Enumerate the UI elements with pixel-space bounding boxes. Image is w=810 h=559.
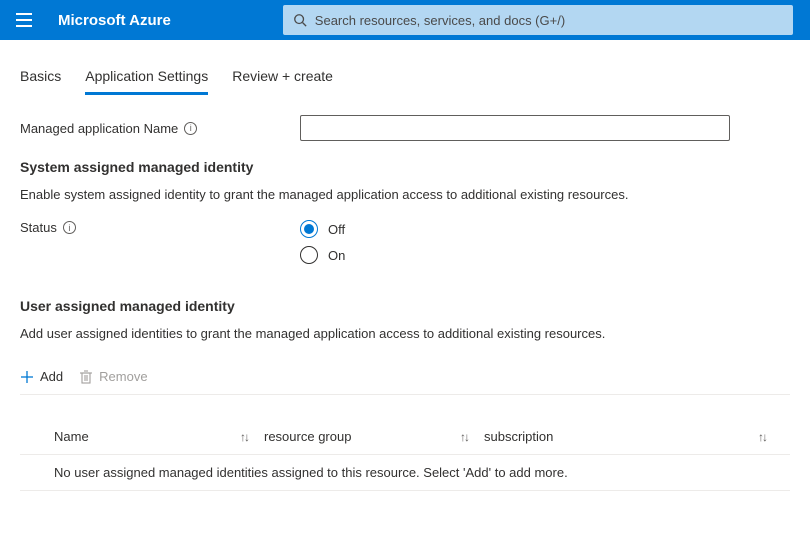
sort-icon: ↑↓: [460, 430, 468, 444]
radio-label-off: Off: [328, 222, 345, 237]
tab-bar: Basics Application Settings Review + cre…: [20, 64, 790, 95]
tab-basics[interactable]: Basics: [20, 64, 61, 95]
search-input[interactable]: [315, 13, 783, 28]
column-subscription[interactable]: subscription ↑↓: [484, 429, 782, 444]
search-icon: [293, 13, 307, 27]
identity-table: Name ↑↓ resource group ↑↓ subscription ↑…: [20, 423, 790, 491]
managed-app-name-input[interactable]: [300, 115, 730, 141]
azure-topbar: Microsoft Azure: [0, 0, 810, 40]
info-icon[interactable]: i: [63, 221, 76, 234]
managed-app-name-label: Managed application Name: [20, 121, 178, 136]
radio-label-on: On: [328, 248, 345, 263]
remove-button: Remove: [79, 369, 147, 384]
tab-application-settings[interactable]: Application Settings: [85, 64, 208, 95]
global-search[interactable]: [283, 5, 793, 35]
add-label: Add: [40, 369, 63, 384]
identity-toolbar: Add Remove: [20, 359, 790, 395]
system-identity-desc: Enable system assigned identity to grant…: [20, 187, 790, 202]
hamburger-icon: [16, 13, 32, 27]
column-name[interactable]: Name ↑↓: [54, 429, 264, 444]
tab-review-create[interactable]: Review + create: [232, 64, 333, 95]
managed-app-name-row: Managed application Name i: [20, 115, 790, 141]
user-identity-desc: Add user assigned identities to grant th…: [20, 326, 790, 341]
add-button[interactable]: Add: [20, 369, 63, 384]
status-radio-off[interactable]: Off: [300, 220, 345, 238]
status-label: Status: [20, 220, 57, 235]
menu-button[interactable]: [8, 4, 40, 36]
column-resource-group[interactable]: resource group ↑↓: [264, 429, 484, 444]
page-content: Basics Application Settings Review + cre…: [0, 40, 810, 511]
empty-state-message: No user assigned managed identities assi…: [20, 455, 790, 491]
plus-icon: [20, 370, 34, 384]
brand-label: Microsoft Azure: [58, 12, 171, 29]
status-radio-group: Off On: [300, 220, 345, 264]
table-header: Name ↑↓ resource group ↑↓ subscription ↑…: [20, 423, 790, 455]
user-identity-title: User assigned managed identity: [20, 298, 790, 314]
info-icon[interactable]: i: [184, 122, 197, 135]
trash-icon: [79, 370, 93, 384]
sort-icon: ↑↓: [758, 430, 766, 444]
radio-icon: [300, 220, 318, 238]
sort-icon: ↑↓: [240, 430, 248, 444]
system-identity-title: System assigned managed identity: [20, 159, 790, 175]
status-radio-on[interactable]: On: [300, 246, 345, 264]
remove-label: Remove: [99, 369, 147, 384]
radio-icon: [300, 246, 318, 264]
status-row: Status i Off On: [20, 220, 790, 264]
